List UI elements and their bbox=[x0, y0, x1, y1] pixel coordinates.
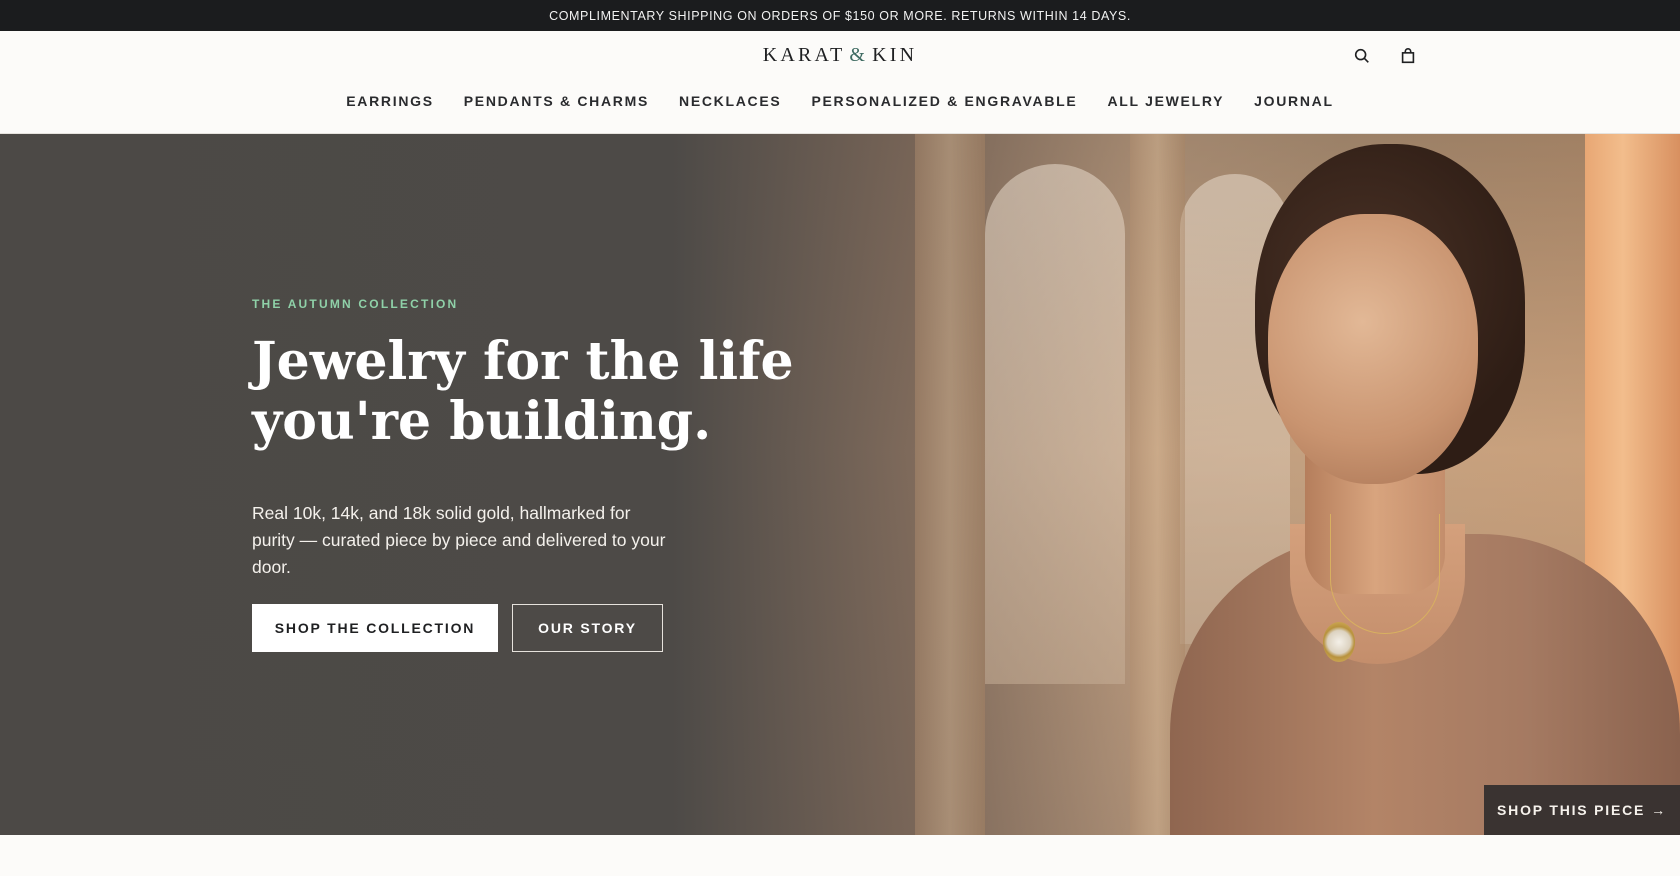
logo-word-right: KIN bbox=[872, 44, 918, 66]
announcement-text: COMPLIMENTARY SHIPPING ON ORDERS OF $150… bbox=[549, 8, 1131, 23]
headline-line-1: Jewelry for the life bbox=[252, 331, 794, 392]
pendant-image bbox=[1323, 622, 1355, 662]
hero-eyebrow: THE AUTUMN COLLECTION bbox=[252, 297, 459, 311]
hero-subtext: Real 10k, 14k, and 18k solid gold, hallm… bbox=[252, 503, 666, 577]
brand-logo[interactable]: KARAT & KIN bbox=[0, 44, 1680, 67]
nav-item-earrings[interactable]: EARRINGS bbox=[346, 93, 434, 109]
site-header: KARAT & KIN EARRINGS PENDANTS & CHARMS NEC… bbox=[0, 31, 1680, 134]
shop-this-piece-button[interactable]: SHOP THIS PIECE → bbox=[1484, 785, 1680, 835]
nav-item-necklaces[interactable]: NECKLACES bbox=[679, 93, 781, 109]
arrow-right-icon: → bbox=[1651, 802, 1667, 818]
background-arch bbox=[985, 164, 1125, 684]
shop-this-piece-label: SHOP THIS PIECE bbox=[1497, 802, 1646, 818]
page-content-below bbox=[0, 835, 1680, 876]
hero-headline: Jewelry for the life you're building. bbox=[252, 332, 812, 452]
hero-content: THE AUTUMN COLLECTION Jewelry for the li… bbox=[252, 134, 794, 835]
shopping-bag-icon[interactable] bbox=[1397, 45, 1419, 67]
search-icon[interactable] bbox=[1351, 45, 1373, 67]
headline-line-2: you're building. bbox=[252, 391, 712, 452]
necklace-chain bbox=[1330, 514, 1440, 634]
hero-banner: THE AUTUMN COLLECTION Jewelry for the li… bbox=[0, 134, 1680, 835]
announcement-bar: COMPLIMENTARY SHIPPING ON ORDERS OF $150… bbox=[0, 0, 1680, 31]
main-nav: EARRINGS PENDANTS & CHARMS NECKLACES PER… bbox=[0, 93, 1680, 109]
model-face bbox=[1268, 214, 1478, 484]
our-story-button[interactable]: OUR STORY bbox=[512, 604, 663, 652]
nav-item-pendants-charms[interactable]: PENDANTS & CHARMS bbox=[464, 93, 649, 109]
nav-item-personalized-engravable[interactable]: PERSONALIZED & ENGRAVABLE bbox=[811, 93, 1077, 109]
shop-collection-button[interactable]: SHOP THE COLLECTION bbox=[252, 604, 498, 652]
nav-item-journal[interactable]: JOURNAL bbox=[1254, 93, 1334, 109]
background-pillar bbox=[915, 134, 985, 835]
logo-word-left: KARAT bbox=[762, 44, 846, 66]
nav-item-all-jewelry[interactable]: ALL JEWELRY bbox=[1107, 93, 1224, 109]
logo-ampersand: & bbox=[849, 44, 869, 66]
